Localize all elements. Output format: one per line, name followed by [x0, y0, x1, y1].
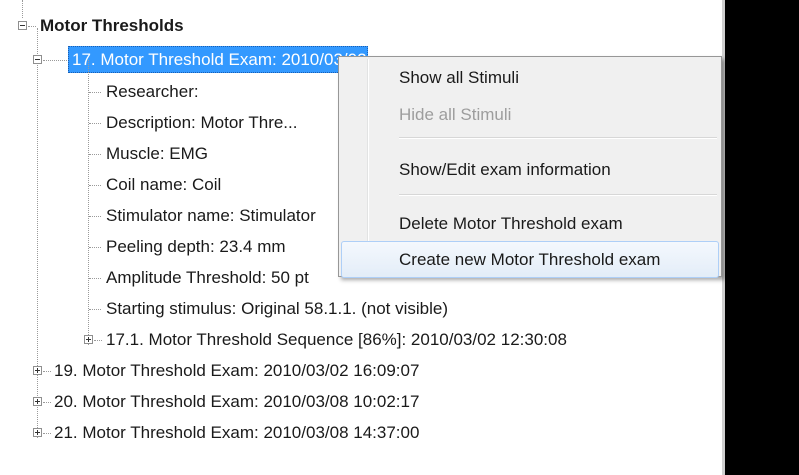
tree-node-label: 19. Motor Threshold Exam: 2010/03/02 16:…: [54, 361, 420, 380]
side-panel: [722, 0, 799, 475]
expand-icon[interactable]: [84, 335, 93, 344]
tree-node-label: Motor Thresholds: [40, 16, 184, 35]
detail-muscle[interactable]: Muscle: EMG: [0, 140, 336, 168]
detail-stimulator-name[interactable]: Stimulator name: Stimulator: [0, 202, 336, 230]
expand-icon[interactable]: [33, 397, 42, 406]
collapse-icon[interactable]: [18, 21, 27, 30]
detail-researcher[interactable]: Researcher:: [0, 78, 336, 106]
detail-starting-stimulus[interactable]: Starting stimulus: Original 58.1.1. (not…: [0, 295, 600, 323]
tree-node-label: 17. Motor Threshold Exam: 2010/03/02 12:…: [72, 50, 370, 69]
tree-node-label: 17.1. Motor Threshold Sequence [86%]: 20…: [106, 330, 567, 349]
tree-node-exam-17-label[interactable]: 17. Motor Threshold Exam: 2010/03/02 12:…: [0, 46, 370, 74]
context-menu: Show all Stimuli Hide all Stimuli Show/E…: [338, 56, 722, 278]
menu-item-create-new-motor-threshold-exam[interactable]: Create new Motor Threshold exam: [341, 241, 719, 278]
tree-node-sequence-17-1[interactable]: 17.1. Motor Threshold Sequence [86%]: 20…: [0, 326, 680, 354]
menu-item-delete-motor-threshold-exam[interactable]: Delete Motor Threshold exam: [341, 205, 719, 242]
panel-border: [722, 0, 725, 475]
tree-node-motor-thresholds[interactable]: Motor Thresholds: [0, 12, 400, 40]
detail-description[interactable]: Description: Motor Thre...: [0, 109, 336, 137]
menu-separator: [399, 137, 717, 139]
tree-node-exam-19[interactable]: 19. Motor Threshold Exam: 2010/03/02 16:…: [0, 357, 560, 385]
detail-coil-name[interactable]: Coil name: Coil: [0, 171, 336, 199]
expand-icon[interactable]: [33, 366, 42, 375]
menu-item-show-all-stimuli[interactable]: Show all Stimuli: [341, 59, 719, 96]
menu-item-hide-all-stimuli[interactable]: Hide all Stimuli: [341, 96, 719, 133]
tree-node-exam-20[interactable]: 20. Motor Threshold Exam: 2010/03/08 10:…: [0, 388, 560, 416]
menu-separator: [399, 194, 717, 196]
tree-node-label: 20. Motor Threshold Exam: 2010/03/08 10:…: [54, 392, 420, 411]
tree-node-exam-21[interactable]: 21. Motor Threshold Exam: 2010/03/08 14:…: [0, 419, 560, 447]
menu-item-show-edit-exam-information[interactable]: Show/Edit exam information: [341, 151, 719, 188]
expand-icon[interactable]: [33, 428, 42, 437]
detail-peeling-depth[interactable]: Peeling depth: 23.4 mm: [0, 233, 336, 261]
tree-node-label: 21. Motor Threshold Exam: 2010/03/08 14:…: [54, 423, 420, 442]
detail-amplitude-threshold[interactable]: Amplitude Threshold: 50 pt: [0, 264, 336, 292]
